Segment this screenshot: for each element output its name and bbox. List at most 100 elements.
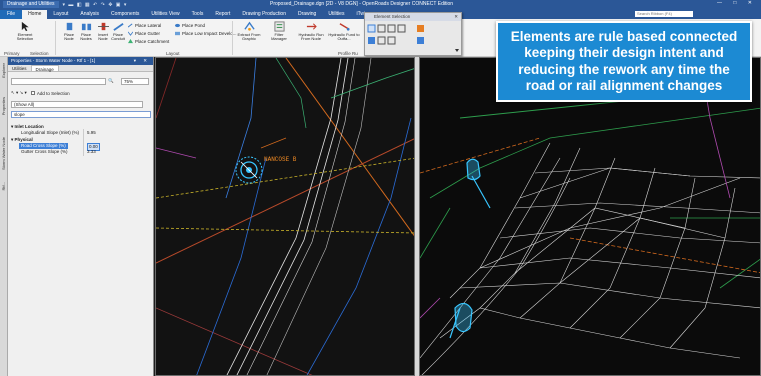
property-value[interactable]: 3.33 xyxy=(87,149,96,155)
place-catchment-button[interactable]: Place Catchment xyxy=(128,39,169,44)
show-all-combo[interactable]: (Show All) xyxy=(11,101,143,108)
place-gutter-label: Place Gutter xyxy=(135,31,161,36)
subtract-selection-icon[interactable] xyxy=(387,36,396,45)
new-selection-icon[interactable] xyxy=(368,37,375,44)
node-icon xyxy=(66,22,72,31)
pond-icon xyxy=(175,23,180,28)
tab-utilities-view[interactable]: Utilities View xyxy=(145,10,185,19)
tab-file[interactable]: File xyxy=(0,10,23,19)
extract-from-graphic-label: Extract From Graphic xyxy=(237,32,261,41)
pick-icon[interactable]: ↖ ▾ ↘ ▾ xyxy=(11,90,27,96)
property-row[interactable]: Gutter Cross Slope (%) 3.33 xyxy=(11,149,151,155)
inlet-location-label: Inlet Location xyxy=(14,124,44,129)
node-label: NANCOSE B xyxy=(264,156,297,163)
tab-utilities[interactable]: Utilities xyxy=(322,10,350,19)
hydraulic-fund-to-outfall-button[interactable]: Hydraulic Fund to Outfa... xyxy=(328,21,360,41)
tab-drawing[interactable]: Drawing xyxy=(292,10,322,19)
catchment-icon xyxy=(128,39,133,44)
filter-manager-button[interactable]: Filter Manager xyxy=(267,21,291,41)
primary-group-label: Primary xyxy=(4,51,20,56)
place-lateral-label: Place Lateral xyxy=(135,23,162,28)
tab-layout[interactable]: Layout xyxy=(47,10,74,19)
chevron-down-icon[interactable] xyxy=(455,49,459,52)
cad-drawing-right[interactable] xyxy=(420,58,761,376)
selection-filter-icon[interactable] xyxy=(417,37,424,44)
title-bar: Drainage and Utilities ▾ ▬ ◧ ▦ ↶ ↷ ✥ ▣ ▾… xyxy=(0,0,761,9)
tab-analysis[interactable]: Analysis xyxy=(74,10,105,19)
place-low-impact-button[interactable]: Place Low Impact Develo... xyxy=(175,31,237,36)
physical-label: Physical xyxy=(14,137,33,142)
selection-group-label: Selection xyxy=(30,51,49,56)
properties-header: Properties - Storm Water Node - Rtf 1 - … xyxy=(8,57,153,65)
tab-home[interactable]: Home xyxy=(22,10,48,19)
cad-drawing-left[interactable] xyxy=(156,58,415,376)
place-nodes-label: Place Nodes xyxy=(80,32,92,41)
element-selection-button[interactable]: Element Selection xyxy=(14,21,36,41)
property-filter-input[interactable]: slope xyxy=(11,111,151,118)
select-arrow-icon[interactable] xyxy=(367,24,376,33)
filter-icon xyxy=(273,21,285,32)
dock-tab-storm-water-node[interactable]: Storm Water Node xyxy=(1,137,6,170)
arrow-cursor-icon xyxy=(21,21,29,32)
quick-access-toolbar[interactable]: ▾ ▬ ◧ ▦ ↶ ↷ ✥ ▣ ▾ xyxy=(63,2,128,8)
view-window-right[interactable] xyxy=(419,57,761,376)
callout-line-4: road or rail alignment changes xyxy=(525,78,723,93)
zoom-select[interactable]: 75% xyxy=(121,78,149,85)
panel-controls[interactable]: ▾ ✕ xyxy=(134,57,150,65)
tab-drawing-production[interactable]: Drawing Production xyxy=(236,10,292,19)
properties-tabs: Utilities Drainage xyxy=(8,65,153,72)
property-value[interactable]: 5.95 xyxy=(87,130,96,136)
window-controls[interactable]: — □ ✕ xyxy=(717,0,757,6)
outfall-icon xyxy=(339,23,350,31)
place-node-button[interactable]: Place Node xyxy=(60,21,78,41)
tab-tools[interactable]: Tools xyxy=(186,10,210,19)
extract-from-graphic-button[interactable]: Extract From Graphic xyxy=(236,21,262,41)
tab-components[interactable]: Components xyxy=(105,10,145,19)
select-shape-icon[interactable] xyxy=(387,24,396,33)
callout-line-3: reducing the rework any time the xyxy=(518,61,730,77)
element-selection-toolbar: Element Selection ✕ xyxy=(364,12,462,56)
place-conduit-label: Place Conduit xyxy=(111,32,125,41)
tab-report[interactable]: Report xyxy=(209,10,236,19)
element-selection-toolbar-header[interactable]: Element Selection ✕ xyxy=(365,13,461,21)
profile-run-group-label: Profile Ru xyxy=(338,51,358,56)
filter-manager-label: Filter Manager xyxy=(271,32,287,41)
property-row[interactable]: Longitudinal Slope (Inlet) (%) 5.95 xyxy=(11,130,151,136)
insert-node-icon xyxy=(97,22,109,31)
ribbon-search-input[interactable]: Search Ribbon (F4) xyxy=(635,11,693,17)
place-nodes-button[interactable]: Place Nodes xyxy=(77,21,95,41)
low-impact-icon xyxy=(175,31,180,36)
hydraulic-run-from-node-label: Hydraulic Run From Node xyxy=(298,32,324,41)
add-to-selection-checkbox[interactable] xyxy=(30,91,35,95)
ribbon-group-separator xyxy=(232,21,233,55)
view-window-left[interactable]: NANCOSE B xyxy=(155,57,415,376)
lateral-icon xyxy=(128,23,133,28)
column-divider[interactable] xyxy=(83,129,84,156)
tab-drainage-props[interactable]: Drainage xyxy=(30,65,59,72)
select-block-icon[interactable] xyxy=(377,24,386,33)
selection-mode-icon[interactable] xyxy=(417,25,424,32)
add-to-selection-label: Add to Selection xyxy=(36,90,70,96)
selection-combo[interactable] xyxy=(11,78,106,85)
dock-tab-properties[interactable]: Properties xyxy=(1,97,6,115)
place-node-label: Place Node xyxy=(63,32,74,41)
workspace-selector[interactable]: Drainage and Utilities xyxy=(3,1,59,8)
place-conduit-button[interactable]: Place Conduit xyxy=(109,21,127,41)
dock-tab-explorer[interactable]: Explorer xyxy=(1,63,6,78)
tab-utilities-props[interactable]: Utilities xyxy=(8,65,31,71)
callout-box: Elements are rule based connected keepin… xyxy=(496,21,752,102)
zoom-icon[interactable]: 🔍 xyxy=(108,78,114,84)
add-selection-icon[interactable] xyxy=(377,36,386,45)
element-selection-label: Element Selection xyxy=(16,32,34,41)
place-lateral-button[interactable]: Place Lateral xyxy=(128,23,161,28)
close-icon[interactable]: ✕ xyxy=(454,13,458,21)
element-selection-toolbar-title: Element Selection xyxy=(374,14,411,19)
hydraulic-run-from-node-button[interactable]: Hydraulic Run From Node xyxy=(296,21,326,41)
extract-icon xyxy=(243,21,255,31)
gutter-icon xyxy=(128,31,133,36)
place-gutter-button[interactable]: Place Gutter xyxy=(128,31,160,36)
properties-panel: Properties - Storm Water Node - Rtf 1 - … xyxy=(8,57,154,376)
select-line-icon[interactable] xyxy=(397,24,406,33)
place-pond-button[interactable]: Place Pond xyxy=(175,23,205,28)
dock-tab-rtf[interactable]: Rtf... xyxy=(1,182,6,190)
